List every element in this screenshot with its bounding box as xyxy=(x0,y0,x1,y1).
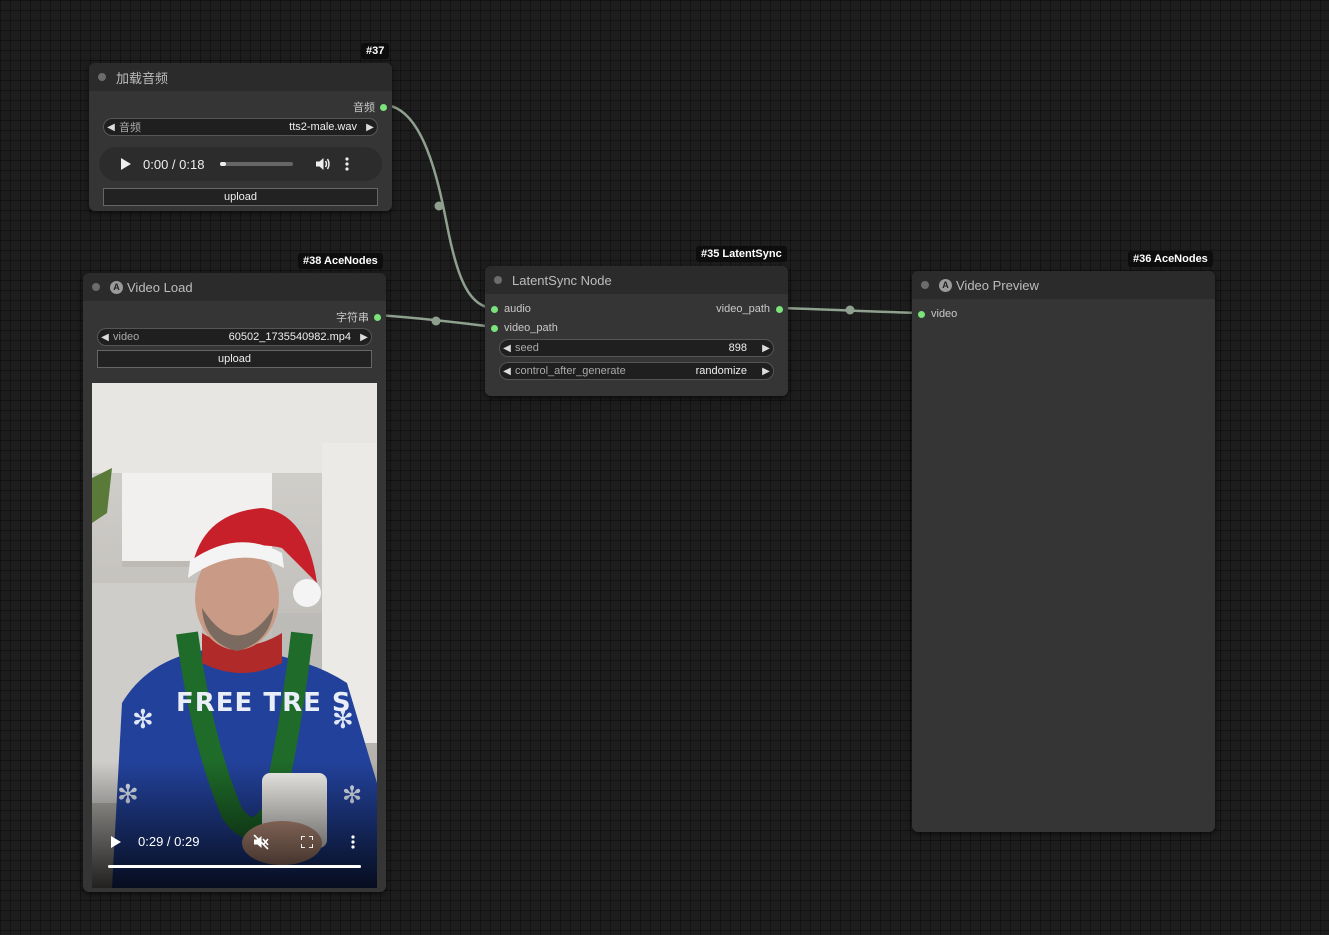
acenodes-logo-icon: A xyxy=(939,278,952,292)
decrement-arrow-icon[interactable]: ◀ xyxy=(500,343,514,354)
output-slot-label: video_path xyxy=(716,303,770,315)
input-slot-audio[interactable]: audio xyxy=(491,303,531,315)
combo-label: 音频 xyxy=(119,122,141,134)
audio-player[interactable]: 0:00 / 0:18 xyxy=(99,147,382,181)
audio-progress-fill xyxy=(220,162,227,166)
input-slot-label: video xyxy=(931,308,958,320)
node-id-badge-35: #35 LatentSync xyxy=(696,246,787,262)
increment-arrow-icon[interactable]: ▶ xyxy=(759,343,773,354)
node-id-badge-36: #36 AceNodes xyxy=(1128,251,1213,267)
combo-right-arrow-icon[interactable]: ▶ xyxy=(357,332,371,343)
wire-audio-midpoint xyxy=(434,201,444,211)
node-title-bar[interactable]: LatentSync Node xyxy=(485,266,788,294)
widget-label: control_after_generate xyxy=(515,365,626,377)
latentsync-node[interactable]: LatentSync Node audio video_path video_p… xyxy=(485,266,788,396)
output-slot-label: 字符串 xyxy=(336,312,369,324)
input-slot-label: video_path xyxy=(504,322,558,334)
node-title: 加载音频 xyxy=(116,70,169,86)
combo-label: video xyxy=(113,331,140,343)
input-slot-label: audio xyxy=(504,303,531,315)
node-title-bar[interactable]: A Video Preview xyxy=(912,271,1215,299)
upload-button[interactable]: upload xyxy=(97,350,372,368)
video-preview-node[interactable]: A Video Preview video xyxy=(912,271,1215,832)
sweater-text: FREE TRE S xyxy=(176,688,352,718)
wire-video-out-midpoint xyxy=(845,305,855,315)
fullscreen-icon[interactable] xyxy=(301,836,313,848)
control-after-generate-combo[interactable]: ◀ control_after_generate randomize ▶ xyxy=(499,362,774,380)
widget-value: randomize xyxy=(695,365,747,377)
combo-left-arrow-icon[interactable]: ◀ xyxy=(500,366,514,377)
collapse-dot-icon[interactable] xyxy=(921,281,929,289)
collapse-dot-icon[interactable] xyxy=(98,73,106,81)
output-dot-icon[interactable] xyxy=(380,103,387,111)
combo-left-arrow-icon[interactable]: ◀ xyxy=(104,122,118,133)
collapse-dot-icon[interactable] xyxy=(494,276,502,284)
audio-progress-track[interactable] xyxy=(220,162,294,166)
seed-number-widget[interactable]: ◀ seed 898 ▶ xyxy=(499,339,774,357)
node-id-badge-38: #38 AceNodes xyxy=(298,253,383,269)
output-slot-video-path[interactable]: video_path xyxy=(716,303,783,315)
widget-label: seed xyxy=(515,342,539,354)
video-load-node[interactable]: A Video Load 字符串 ◀ video 60502_173554098… xyxy=(83,273,386,892)
upload-button[interactable]: upload xyxy=(103,188,378,206)
combo-right-arrow-icon[interactable]: ▶ xyxy=(363,122,377,133)
output-slot-string[interactable]: 字符串 xyxy=(336,309,381,325)
wire-video-path xyxy=(377,313,495,329)
mute-icon[interactable] xyxy=(253,834,269,850)
input-slot-video-path[interactable]: video_path xyxy=(491,322,558,334)
node-title: Video Preview xyxy=(956,277,1039,293)
combo-value: tts2-male.wav xyxy=(289,121,357,133)
node-title-bar[interactable]: A Video Load xyxy=(83,273,386,301)
audio-file-combo[interactable]: ◀ 音频 tts2-male.wav ▶ xyxy=(103,118,378,136)
video-file-combo[interactable]: ◀ video 60502_1735540982.mp4 ▶ xyxy=(97,328,372,346)
video-time: 0:29 / 0:29 xyxy=(138,834,200,849)
input-dot-icon[interactable] xyxy=(491,324,498,332)
output-dot-icon[interactable] xyxy=(374,313,381,321)
more-vert-icon[interactable] xyxy=(345,157,350,171)
collapse-dot-icon[interactable] xyxy=(92,283,100,291)
input-slot-video[interactable]: video xyxy=(918,308,957,320)
input-dot-icon[interactable] xyxy=(491,305,498,313)
volume-icon[interactable] xyxy=(315,157,331,171)
widget-value: 898 xyxy=(728,342,747,354)
node-id-badge-37: #37 xyxy=(361,43,390,59)
more-vert-icon[interactable] xyxy=(351,835,355,849)
video-frame-image: ✻ ✻ ✻ ✻ xyxy=(92,383,377,888)
audio-time: 0:00 / 0:18 xyxy=(143,156,205,172)
load-audio-node[interactable]: 加载音频 音频 ◀ 音频 tts2-male.wav ▶ 0:00 / 0:18… xyxy=(89,63,392,211)
node-title: LatentSync Node xyxy=(512,272,612,288)
play-icon[interactable] xyxy=(119,158,133,170)
play-icon[interactable] xyxy=(111,836,121,848)
output-dot-icon[interactable] xyxy=(776,305,783,313)
output-slot-label: 音频 xyxy=(353,102,375,114)
output-slot-audio[interactable]: 音频 xyxy=(353,99,387,115)
wire-audio xyxy=(382,103,495,310)
wire-video-out xyxy=(779,306,922,315)
node-title-bar[interactable]: 加载音频 xyxy=(89,63,392,91)
acenodes-logo-icon: A xyxy=(110,280,123,294)
combo-value: 60502_1735540982.mp4 xyxy=(228,331,351,343)
input-dot-icon[interactable] xyxy=(918,310,925,318)
video-progress-fill xyxy=(108,865,361,868)
video-player[interactable]: ✻ ✻ ✻ ✻ FREE TRE S 0:29 / 0:29 xyxy=(92,383,377,888)
wire-video-path-midpoint xyxy=(431,316,441,326)
combo-right-arrow-icon[interactable]: ▶ xyxy=(759,366,773,377)
node-title: Video Load xyxy=(127,279,193,295)
combo-left-arrow-icon[interactable]: ◀ xyxy=(98,332,112,343)
video-progress-track[interactable] xyxy=(108,865,361,868)
